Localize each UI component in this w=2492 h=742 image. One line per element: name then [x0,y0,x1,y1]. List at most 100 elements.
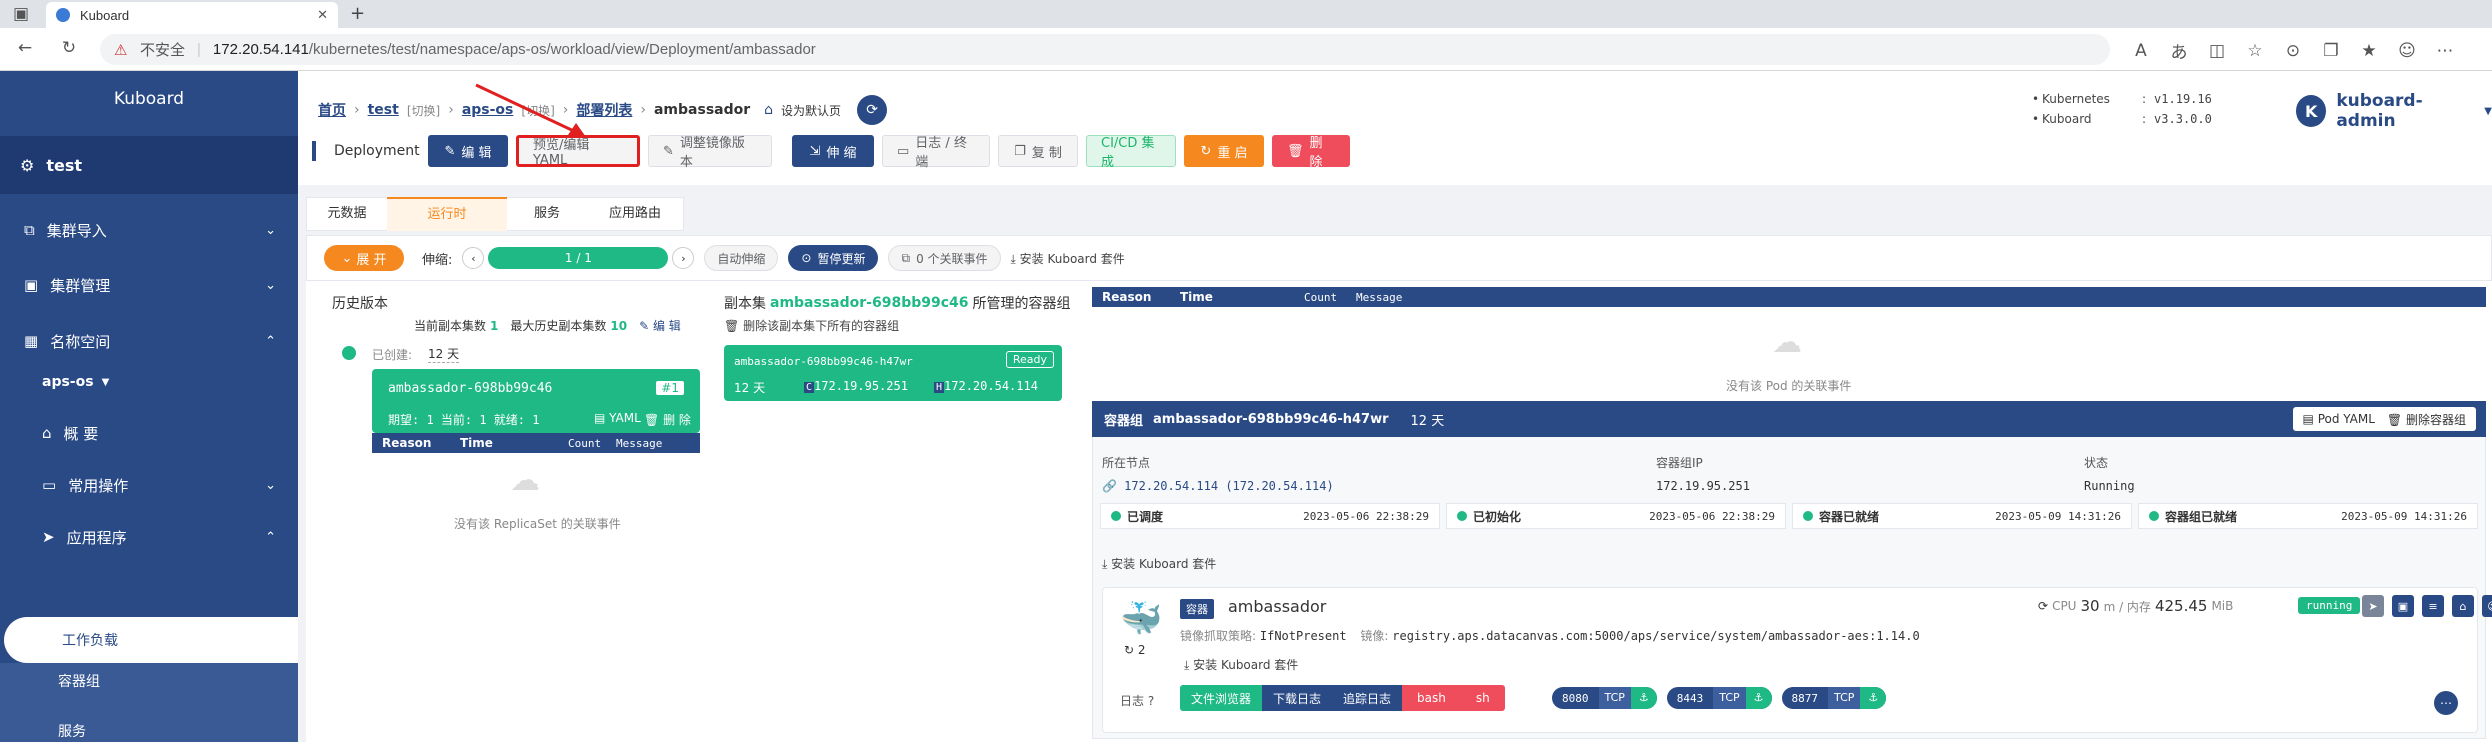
sidebar-item-namespace[interactable]: ▦ 名称空间 ⌃ [0,315,298,367]
pause-button[interactable]: ⊙ 暂停更新 [788,245,879,271]
condition-pod-ready: 容器组已就绪 2023-05-09 14:31:26 [2138,503,2478,529]
user-menu[interactable]: K kuboard-admin ▼ [2296,91,2492,131]
port-pill[interactable]: 8443 TCP ⚓ [1666,687,1772,709]
read-aloud-icon[interactable]: A [2130,41,2152,61]
bash-button[interactable]: bash [1402,685,1461,711]
adjust-image-button[interactable]: ✎ 调整镜像版本 [648,135,772,170]
url-host: 172.20.54.141 [212,41,309,58]
window-menu-icon[interactable]: ▣ [10,4,32,24]
log-actions: 文件浏览器 下载日志 追踪日志 bash sh [1180,685,1505,711]
close-tab-icon[interactable]: ✕ [317,7,328,23]
sidebar-item-common-ops[interactable]: ▭ 常用操作 ⌄ [0,459,298,511]
tab-metadata[interactable]: 元数据 [307,198,387,230]
restart-button[interactable]: ↻ 重 启 [1184,135,1264,167]
more-icon[interactable]: ⋯ [2434,41,2456,61]
mount-icon[interactable]: ⌂ [2452,595,2474,617]
delete-button[interactable]: 🗑 删 除 [1272,135,1350,170]
collections-icon[interactable]: ❐ [2320,41,2342,61]
yaml-button[interactable]: 预览/编辑 YAML [516,135,640,168]
file-browser-button[interactable]: 文件浏览器 [1180,685,1263,711]
port-protocol: TCP [1828,687,1861,709]
database-icon[interactable]: ≡ [2422,595,2444,617]
extension-icon[interactable]: ⊙ [2282,41,2304,61]
replicaset-yaml-link[interactable]: ▤ YAML [594,411,641,425]
events-button[interactable]: ⧉ 0 个关联事件 [888,245,1001,271]
set-default-link[interactable]: 设为默认页 [781,102,841,119]
logs-button[interactable]: ▭ 日志 / 终端 [882,135,990,170]
condition-label: 已初始化 [1473,509,1522,524]
new-tab-icon[interactable]: + [350,3,365,24]
pause-label: 暂停更新 [817,251,866,266]
pod-install-link[interactable]: ⤓ 安装 Kuboard 套件 [1102,555,1216,572]
caret-down-icon: ⌄ [341,250,353,266]
decrement-icon[interactable]: ‹ [462,247,485,269]
tab-runtime[interactable]: 运行时 [387,197,507,231]
install-label: 安装 Kuboard 套件 [1019,251,1125,266]
sidebar-item-pods[interactable]: 容器组 [58,671,100,691]
main-content: 首页 › test [切换] › aps-os [切换] › 部署列表 › am… [298,71,2492,742]
delete-pod-link[interactable]: 🗑 删除容器组 [2387,411,2466,428]
pod-yaml-link[interactable]: ▤ Pod YAML [2303,412,2375,426]
translate-icon[interactable]: あ [2168,38,2190,63]
tail-log-button[interactable]: 追踪日志 [1332,685,1403,711]
port-pill[interactable]: 8080 TCP ⚓ [1552,687,1657,709]
split-screen-icon[interactable]: ◫ [2206,41,2228,61]
pod-card[interactable]: ambassador-698bb99c46-h47wr Ready 12 天 C… [724,345,1062,401]
grid-icon: ▦ [24,332,39,350]
download-log-button[interactable]: 下载日志 [1262,685,1333,711]
port-protocol: TCP [1713,687,1746,709]
autoscale-button[interactable]: 自动伸缩 [704,245,779,271]
warning-icon: ⚠ [114,41,128,59]
scale-button[interactable]: ⇲ 伸 缩 [792,135,874,167]
reload-icon[interactable]: ↻ [58,38,80,58]
back-icon[interactable]: ← [14,38,36,58]
delete-all-pods-link[interactable]: 🗑 删除该副本集下所有的容器组 [724,317,899,334]
favorites-bar-icon[interactable]: ★ [2358,41,2380,61]
image-label: 镜像: [1360,629,1389,643]
send-icon[interactable]: ➤ [2362,595,2384,617]
refresh-icon[interactable]: ⟳ [2038,599,2048,613]
delete-pod-label: 删除容器组 [2405,412,2466,427]
edit-button[interactable]: ✎ 编 辑 [428,135,508,167]
tab-services[interactable]: 服务 [507,198,587,230]
sh-button[interactable]: sh [1460,685,1505,711]
kind-marker [312,141,316,161]
more-actions-icon[interactable]: ⋯ [2434,691,2458,715]
breadcrumb-switch[interactable]: [切换] [407,102,440,119]
container-install-link[interactable]: ⤓ 安装 Kuboard 套件 [1184,656,1298,673]
favorite-icon[interactable]: ☆ [2244,41,2266,61]
copy-button[interactable]: ❐ 复 制 [998,135,1078,167]
expand-button[interactable]: ⌄ 展 开 [324,245,404,271]
user-icon[interactable]: ☺ [2482,595,2492,617]
breadcrumb-cluster[interactable]: test [368,102,399,118]
tab-ingress[interactable]: 应用路由 [587,198,683,230]
cluster-selector[interactable]: ⚙ test [0,136,298,194]
install-link[interactable]: ⤓ 安装 Kuboard 套件 [1011,250,1125,267]
profile-icon[interactable]: ☺ [2396,41,2418,61]
replicaset-card[interactable]: ambassador-698bb99c46 #1 期望: 1 当前: 1 就绪:… [372,369,700,433]
browser-tab[interactable]: Kuboard ✕ [46,2,338,28]
sidebar-item-overview[interactable]: ⌂ 概 要 [0,407,298,459]
node-link[interactable]: 🔗 172.20.54.114 (172.20.54.114) [1102,479,1334,493]
port-pill[interactable]: 8877 TCP ⚓ [1781,687,1887,709]
sidebar-item-cluster-manage[interactable]: ▣ 集群管理 ⌄ [0,259,298,311]
replicaset-delete-link[interactable]: 🗑 删 除 [644,411,691,428]
url-field[interactable]: ⚠ 不安全 | 172.20.54.141 /kubernetes/test/n… [100,34,2110,65]
col-time: Time [460,436,493,450]
created-row: 已创建: 12 天 [372,345,460,363]
sidebar-item-cluster-import[interactable]: ⧉ 集群导入 ⌄ [0,204,298,256]
refresh-icon[interactable]: ⟳ [857,95,888,125]
storage-icon[interactable]: ▣ [2392,595,2414,617]
history-edit-link[interactable]: ✎ 编 辑 [639,317,681,334]
sidebar-item-services[interactable]: 服务 [58,721,86,741]
breadcrumb-home[interactable]: 首页 [318,100,346,120]
sidebar-item-workloads[interactable]: 工作负载 [4,617,298,663]
annotation-arrow [475,83,586,137]
namespace-selector[interactable]: aps-os ▼ [42,374,109,390]
mem-value: 425.45 [2154,597,2208,615]
kuboard-favicon-icon [56,8,70,22]
cicd-button[interactable]: CI/CD 集成 [1086,135,1176,170]
increment-icon[interactable]: › [672,247,695,269]
k8s-version: v1.19.16 [2154,92,2212,106]
sidebar-item-applications[interactable]: ➤ 应用程序 ⌃ [0,511,298,563]
